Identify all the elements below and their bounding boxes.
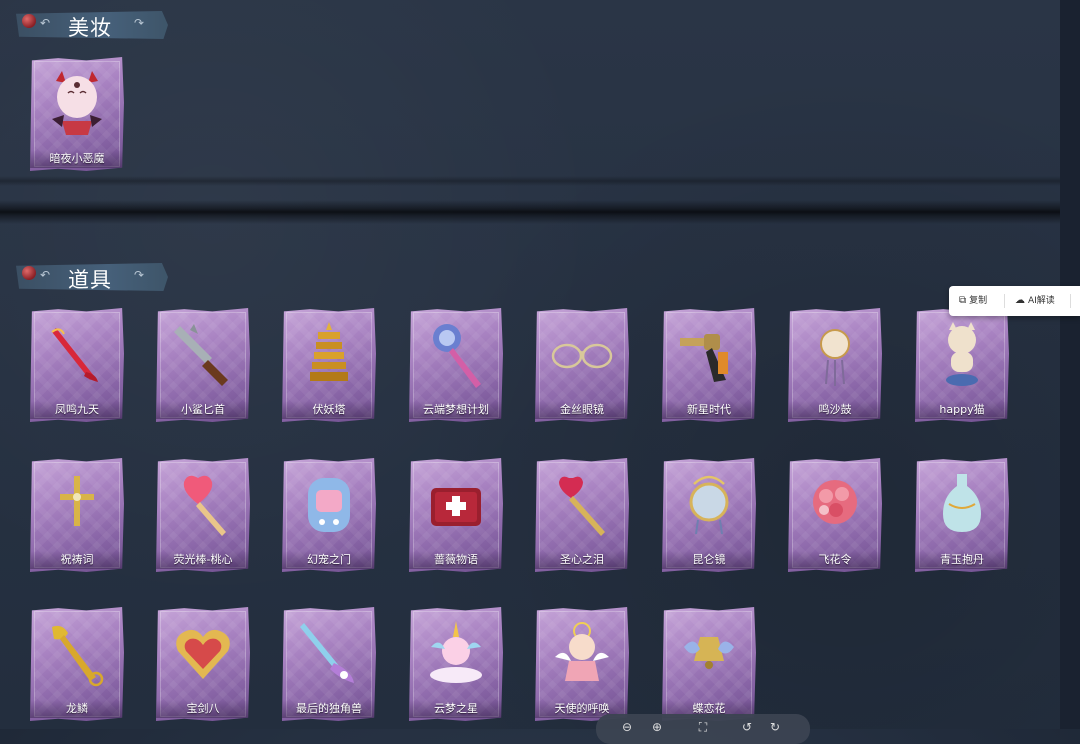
item-card[interactable]: 宝剑八 <box>156 607 250 721</box>
rotate-right-icon[interactable]: ↻ <box>768 720 782 734</box>
card-label: 蔷薇物语 <box>409 551 503 569</box>
popup-separator <box>1004 294 1005 308</box>
jade-vase-icon <box>943 474 981 532</box>
card-label: 祝祷词 <box>30 551 124 569</box>
card-label: 金丝眼镜 <box>535 401 629 419</box>
card-label: 凤鸣九天 <box>30 401 124 419</box>
first-aid-box-icon <box>431 488 481 526</box>
card-label: 伏妖塔 <box>282 401 376 419</box>
heart-scepter-icon <box>559 476 605 536</box>
item-card[interactable]: 昆仑镜 <box>662 458 756 572</box>
cloud-icon: ☁ <box>1015 295 1025 306</box>
popup-separator <box>1070 294 1071 308</box>
item-card[interactable]: 蝶恋花 <box>662 607 756 721</box>
happy-cat-icon <box>946 322 978 386</box>
item-card[interactable]: 云端梦想计划 <box>409 308 503 422</box>
item-card[interactable]: 幻宠之门 <box>282 458 376 572</box>
item-card[interactable]: 鸣沙鼓 <box>788 308 882 422</box>
item-card[interactable]: 青玉抱丹 <box>915 458 1009 572</box>
item-card[interactable]: 云梦之星 <box>409 607 503 721</box>
unicorn-lance-icon <box>300 623 354 683</box>
divider-shadow <box>0 176 1060 186</box>
card-label: 圣心之泪 <box>535 551 629 569</box>
cosmetic-card[interactable]: 暗夜小恶魔 <box>30 57 124 171</box>
item-card[interactable]: 最后的独角兽 <box>282 607 376 721</box>
swirl-left-icon: ↶ <box>40 268 51 282</box>
section-divider <box>0 200 1060 224</box>
flower-bouquet-icon <box>813 480 857 524</box>
card-label: 宝剑八 <box>156 700 250 718</box>
phoenix-blade-icon <box>51 328 98 382</box>
text-selection-popup: ⧉ 复制 ☁ AI解读 <box>949 286 1080 316</box>
heart-locket-icon <box>176 629 230 679</box>
ai-label: AI解读 <box>1028 296 1055 306</box>
little-devil-avatar-icon <box>52 71 102 135</box>
unicorn-plush-icon <box>430 621 482 683</box>
item-card[interactable]: 凤鸣九天 <box>30 308 124 422</box>
heart-wand-icon <box>183 475 226 536</box>
item-card[interactable]: 龙鳞 <box>30 607 124 721</box>
pet-device-icon <box>308 478 350 532</box>
section-title: 道具 <box>68 268 112 292</box>
item-card[interactable]: 伏妖塔 <box>282 308 376 422</box>
section-header-cosmetics: ↶ 美妆 ↷ <box>16 11 168 39</box>
sand-drum-icon <box>820 329 850 386</box>
item-card[interactable]: 金丝眼镜 <box>535 308 629 422</box>
golden-pagoda-icon <box>310 322 348 381</box>
card-label: 青玉抱丹 <box>915 551 1009 569</box>
swirl-right-icon: ↷ <box>134 16 145 30</box>
copy-icon: ⧉ <box>959 295 967 306</box>
golden-cross-icon <box>60 476 94 526</box>
image-viewer-toolbar: ⊖ ⊕ ⛶ ↺ ↻ <box>596 714 810 744</box>
item-card[interactable]: 新星时代 <box>662 308 756 422</box>
section-header-items: ↶ 道具 ↷ <box>16 263 168 291</box>
item-card[interactable]: 祝祷词 <box>30 458 124 572</box>
card-label: 龙鳞 <box>30 700 124 718</box>
card-label: 云梦之星 <box>409 700 503 718</box>
pin-icon <box>22 14 36 28</box>
item-card[interactable]: happy猫 <box>915 308 1009 422</box>
butterfly-bell-icon <box>684 637 734 669</box>
card-label: 云端梦想计划 <box>409 401 503 419</box>
ai-interpret-button[interactable]: ☁ AI解读 <box>1015 293 1055 309</box>
item-card[interactable]: 荧光棒-桃心 <box>156 458 250 572</box>
rotate-left-icon[interactable]: ↺ <box>740 720 754 734</box>
zoom-in-icon[interactable]: ⊕ <box>650 720 664 734</box>
dragon-shovel-icon <box>52 625 104 687</box>
space-mace-icon <box>433 324 481 388</box>
fit-screen-icon[interactable]: ⛶ <box>696 720 710 734</box>
swirl-right-icon: ↷ <box>134 268 145 282</box>
angel-doll-icon <box>555 622 609 681</box>
card-label: 昆仑镜 <box>662 551 756 569</box>
revolver-icon <box>680 334 728 382</box>
gold-glasses-icon <box>551 343 613 369</box>
card-label: 鸣沙鼓 <box>788 401 882 419</box>
page-right-edge <box>1060 0 1080 729</box>
card-label: 飞花令 <box>788 551 882 569</box>
swirl-left-icon: ↶ <box>40 16 51 30</box>
item-card[interactable]: 蔷薇物语 <box>409 458 503 572</box>
card-label: 暗夜小恶魔 <box>30 150 124 168</box>
card-label: 新星时代 <box>662 401 756 419</box>
shark-dagger-icon <box>174 324 228 386</box>
card-label: 小鲨匕首 <box>156 401 250 419</box>
item-card[interactable]: 天使的呼唤 <box>535 607 629 721</box>
item-card[interactable]: 小鲨匕首 <box>156 308 250 422</box>
copy-label: 复制 <box>969 296 988 306</box>
copy-button[interactable]: ⧉ 复制 <box>959 293 987 309</box>
card-label: 荧光棒-桃心 <box>156 551 250 569</box>
zoom-out-icon[interactable]: ⊖ <box>620 720 634 734</box>
kunlun-mirror-icon <box>689 475 729 535</box>
card-label: 最后的独角兽 <box>282 700 376 718</box>
pin-icon <box>22 266 36 280</box>
item-card[interactable]: 圣心之泪 <box>535 458 629 572</box>
item-card[interactable]: 飞花令 <box>788 458 882 572</box>
card-label: happy猫 <box>915 401 1009 419</box>
section-title: 美妆 <box>68 16 112 40</box>
card-label: 幻宠之门 <box>282 551 376 569</box>
